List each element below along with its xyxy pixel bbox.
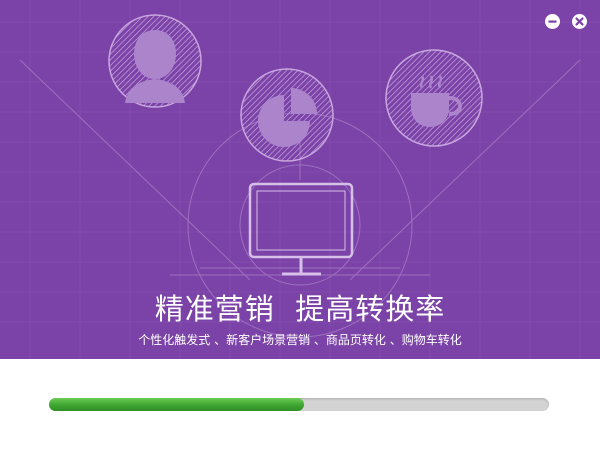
coffee-cup-icon [385,49,483,147]
pie-chart-icon [240,68,334,162]
person-icon [108,14,202,108]
close-icon [575,17,584,26]
minimize-button[interactable] [545,14,560,29]
install-progress-bar [49,398,549,411]
installer-window: 精准营销 提高转换率 个性化触发式 、新客户场景营销 、商品页转化 、购物车转化 [0,0,600,452]
banner-headline: 精准营销 提高转换率 [154,292,446,326]
install-progress-fill [49,398,304,411]
monitor-icon [248,182,354,276]
banner-subline: 个性化触发式 、新客户场景营销 、商品页转化 、购物车转化 [138,333,462,347]
close-button[interactable] [572,14,587,29]
minimize-icon [548,20,557,23]
hero-banner: 精准营销 提高转换率 个性化触发式 、新客户场景营销 、商品页转化 、购物车转化 [0,0,600,359]
